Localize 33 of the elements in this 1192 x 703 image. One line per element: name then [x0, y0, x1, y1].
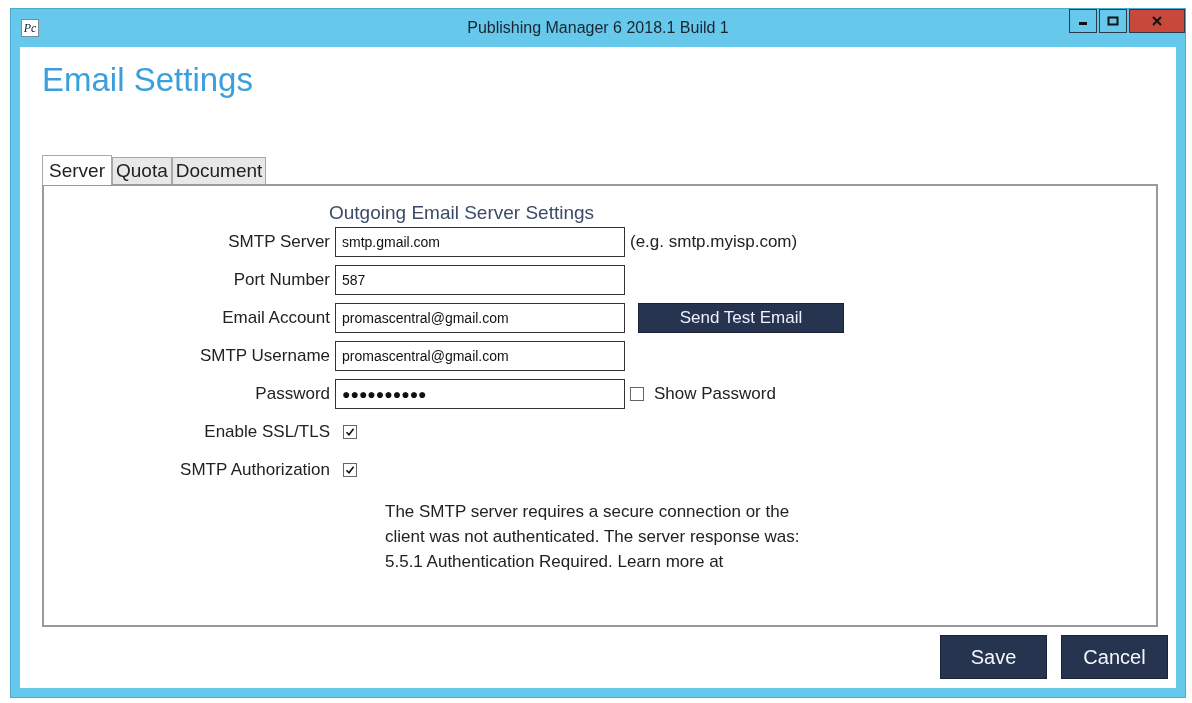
input-field[interactable]: promascentral@gmail.com — [335, 303, 625, 333]
checkbox-label: SMTP Authorization — [180, 460, 330, 480]
tab[interactable]: Quota — [111, 157, 172, 184]
input-field[interactable]: promascentral@gmail.com — [335, 341, 625, 371]
dialog-button[interactable]: Save — [940, 635, 1047, 679]
maximize-icon — [1107, 16, 1119, 26]
input-field[interactable]: 587 — [335, 265, 625, 295]
close-button[interactable] — [1129, 9, 1185, 33]
input-field[interactable]: ●●●●●●●●●● — [335, 379, 625, 409]
close-icon — [1152, 16, 1162, 26]
field-label: SMTP Server — [228, 232, 330, 252]
minimize-button[interactable] — [1069, 9, 1097, 33]
field-label: Port Number — [233, 270, 330, 290]
hint-text: (e.g. smtp.myisp.com) — [630, 232, 798, 252]
send-test-email-button[interactable]: Send Test Email — [638, 303, 844, 333]
checkbox[interactable] — [343, 425, 357, 439]
tab[interactable]: Server — [42, 155, 112, 185]
checkbox[interactable] — [630, 387, 644, 401]
window-title: Publishing Manager 6 2018.1 Build 1 — [467, 19, 729, 36]
input-field[interactable]: smtp.gmail.com — [335, 227, 625, 257]
section-title: Outgoing Email Server Settings — [329, 202, 595, 224]
page-heading: Email Settings — [42, 61, 253, 99]
field-label: Password — [255, 384, 330, 404]
checkbox-label: Enable SSL/TLS — [204, 422, 330, 442]
maximize-button[interactable] — [1099, 9, 1127, 33]
dialog-button[interactable]: Cancel — [1061, 635, 1168, 679]
checkbox-label: Show Password — [654, 384, 776, 404]
tab[interactable]: Document — [171, 157, 267, 184]
field-label: Email Account — [222, 308, 330, 328]
checkbox[interactable] — [343, 463, 357, 477]
error-message: The SMTP server requires a secure connection or the client was not authenticated. The server response was: 5.5.1 Authentication Required. Learn more at — [385, 501, 800, 573]
field-label: SMTP Username — [199, 346, 330, 366]
app-logo-icon: Pc — [21, 19, 39, 37]
